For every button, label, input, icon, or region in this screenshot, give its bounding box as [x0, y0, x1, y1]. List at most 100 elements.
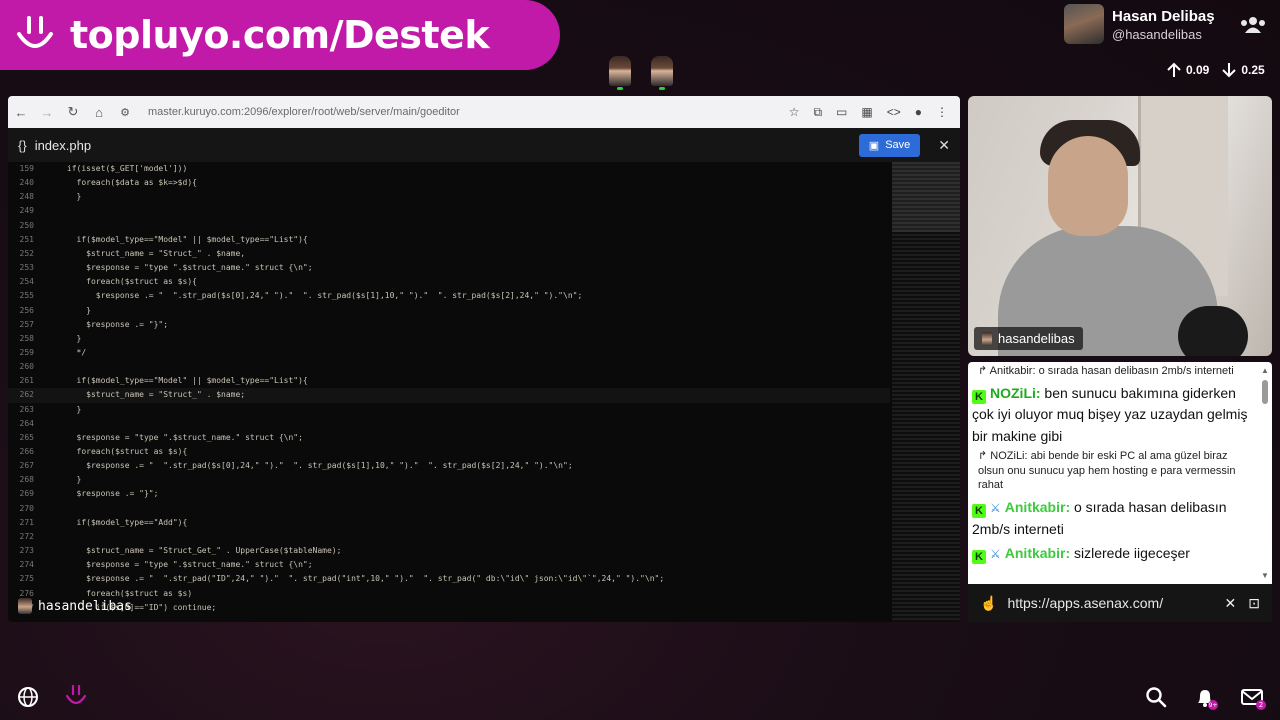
capture-icon[interactable]: ⊡	[1248, 595, 1260, 612]
code-line[interactable]: 159 if(isset($_GET['model']))	[8, 162, 890, 176]
code-text: $response .= " ".str_pad($s[0],24," ")."…	[66, 291, 583, 301]
minimap[interactable]	[892, 162, 960, 622]
line-number: 255	[19, 291, 34, 301]
banner-text: topluyo.com/Destek	[70, 13, 490, 57]
code-line[interactable]: 265 $response = "type ".$struct_name." s…	[8, 431, 890, 445]
account-icon[interactable]: ●	[915, 105, 922, 120]
code-line[interactable]: 276 foreach($struct as $s)	[8, 587, 890, 601]
svg-text:9+: 9+	[1209, 702, 1218, 709]
code-text: if($model_type=="Model" || $model_type==…	[66, 376, 308, 386]
search-icon[interactable]	[1145, 686, 1167, 708]
code-line[interactable]: 277 if($s[0]=="ID") continue;	[8, 601, 890, 615]
code-line[interactable]: 261 if($model_type=="Model" || $model_ty…	[8, 374, 890, 388]
code-text: if($model_type=="Model" || $model_type==…	[66, 234, 308, 244]
home-icon[interactable]: ⌂	[86, 105, 112, 120]
upload-rate: 0.09	[1186, 63, 1210, 77]
code-line[interactable]: 263 }	[8, 403, 890, 417]
chat-username[interactable]: Anitkabir:	[1005, 545, 1070, 561]
code-text: }	[66, 305, 91, 315]
line-number: 252	[19, 248, 34, 258]
chat-username[interactable]: NOZiLi:	[990, 385, 1041, 401]
code-line[interactable]: 254 foreach($struct as $s){	[8, 275, 890, 289]
code-line[interactable]: 258 }	[8, 332, 890, 346]
code-text: foreach($struct as $s){	[66, 447, 188, 456]
code-text: $response .= " ".str_pad($s[0],24," ")."…	[66, 461, 573, 471]
kick-badge-icon: K	[972, 503, 986, 518]
code-line[interactable]: 267 $response .= " ".str_pad($s[0],24," …	[8, 459, 890, 473]
sidebar-icon[interactable]: ▭	[836, 105, 847, 120]
topluyo-home-icon[interactable]	[64, 684, 88, 710]
code-text: */	[66, 347, 87, 357]
code-line[interactable]: 259 */	[8, 346, 890, 360]
menu-icon[interactable]: ⋮	[936, 105, 948, 120]
close-icon[interactable]: ✕	[938, 137, 950, 154]
code-icon[interactable]: <>	[887, 105, 901, 120]
streamer-profile[interactable]: Hasan Delibaş @hasandelibas	[1064, 4, 1215, 44]
scroll-thumb[interactable]	[1262, 380, 1268, 404]
code-text: $struct_name = "Struct_" . $name;	[66, 390, 246, 400]
chat-scrollbar[interactable]: ▲ ▼	[1260, 366, 1270, 580]
code-line[interactable]: 268 }	[8, 473, 890, 487]
kick-badge-icon: K	[972, 549, 986, 564]
reload-icon[interactable]: ↻	[60, 104, 86, 120]
extensions-icon[interactable]: ⧉	[813, 105, 822, 120]
app-url-bar: ☝ https://apps.asenax.com/ ✕ ⊡	[968, 584, 1272, 622]
line-number: 262	[19, 390, 34, 400]
code-line[interactable]: 251 if($model_type=="Model" || $model_ty…	[8, 233, 890, 247]
save-button[interactable]: ▣ Save	[858, 133, 921, 157]
forward-icon[interactable]: →	[34, 105, 60, 120]
code-text: $struct_name = "Struct_" . $name,	[66, 248, 246, 258]
chat-username[interactable]: Anitkabir:	[1005, 499, 1070, 515]
app-url[interactable]: https://apps.asenax.com/	[1007, 595, 1212, 611]
apps-icon[interactable]: ▦	[861, 105, 872, 120]
star-icon[interactable]: ☆	[789, 105, 800, 120]
line-number: 240	[19, 178, 34, 188]
viewer-avatar[interactable]	[609, 56, 631, 86]
code-line[interactable]: 260	[8, 360, 890, 374]
network-stats: 0.09 0.25	[1166, 62, 1265, 78]
screen-share-browser: ← → ↻ ⌂ ⚙ master.kuruyo.com:2096/explore…	[8, 96, 960, 622]
line-number: 274	[19, 560, 34, 570]
download-rate: 0.25	[1241, 63, 1265, 77]
streamer-name: Hasan Delibaş	[1112, 7, 1215, 25]
url-input[interactable]: master.kuruyo.com:2096/explorer/root/web…	[138, 106, 789, 118]
code-line[interactable]: 264	[8, 417, 890, 431]
code-line[interactable]: 274 $response = "type ".$struct_name." s…	[8, 558, 890, 572]
viewer-avatar[interactable]	[651, 56, 673, 86]
code-line[interactable]: 248 }	[8, 190, 890, 204]
presenter-name: hasandelibas	[38, 598, 132, 614]
pointer-icon: ☝	[980, 594, 998, 611]
close-icon[interactable]: ✕	[1225, 595, 1237, 612]
code-line[interactable]: 275 $response .= " ".str_pad("ID",24," "…	[8, 572, 890, 586]
code-line[interactable]: 273 $struct_name = "Struct_Get_" . Upper…	[8, 544, 890, 558]
line-number: 268	[19, 475, 34, 485]
code-line[interactable]: 269 $response .= "}";	[8, 487, 890, 501]
online-dot	[617, 87, 623, 90]
bell-icon[interactable]: 9+	[1194, 686, 1220, 712]
code-line[interactable]: 270	[8, 502, 890, 516]
code-line[interactable]: 256 }	[8, 304, 890, 318]
code-line[interactable]: 240 foreach($data as $k=>$d){	[8, 176, 890, 190]
code-line[interactable]: 253 $response = "type ".$struct_name." s…	[8, 261, 890, 275]
code-line[interactable]: 272	[8, 530, 890, 544]
back-icon[interactable]: ←	[8, 105, 34, 120]
mail-icon[interactable]: 2	[1241, 686, 1267, 712]
code-line[interactable]: 257 $response .= "}";	[8, 318, 890, 332]
line-number: 271	[19, 517, 34, 527]
reply-preview: ↱ Anitkabir: o sırada hasan delibasın 2m…	[978, 365, 1234, 377]
webcam-view: hasandelibas	[968, 96, 1272, 356]
users-icon[interactable]	[1240, 16, 1266, 34]
code-line[interactable]: 262 $struct_name = "Struct_" . $name;	[8, 388, 890, 403]
code-line[interactable]: 255 $response .= " ".str_pad($s[0],24," …	[8, 289, 890, 303]
code-line[interactable]: 266 foreach($struct as $s){	[8, 445, 890, 459]
code-line[interactable]: 250	[8, 219, 890, 233]
code-line[interactable]: 271 if($model_type=="Add"){	[8, 516, 890, 530]
scroll-up-icon[interactable]: ▲	[1261, 366, 1269, 375]
code-line[interactable]: 252 $struct_name = "Struct_" . $name,	[8, 247, 890, 261]
site-info-icon[interactable]: ⚙	[112, 106, 138, 119]
globe-icon[interactable]	[17, 686, 39, 708]
code-editor[interactable]: 159 if(isset($_GET['model'])) 240 foreach…	[8, 162, 960, 622]
code-line[interactable]: 249	[8, 204, 890, 218]
avatar	[1064, 4, 1104, 44]
scroll-down-icon[interactable]: ▼	[1261, 571, 1269, 580]
